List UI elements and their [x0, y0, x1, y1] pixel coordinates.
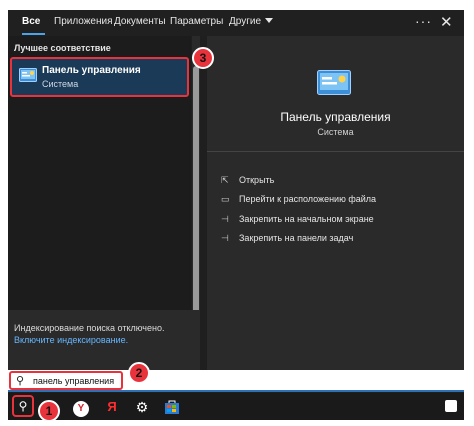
action-open-label: Открыть: [239, 175, 275, 185]
tab-documents[interactable]: Документы: [114, 16, 166, 27]
action-pin-taskbar[interactable]: ⊣ Закрепить на панели задач: [221, 233, 353, 244]
divider: [207, 151, 464, 152]
tab-bar: Все Приложения Документы Параметры Други…: [8, 10, 464, 36]
chevron-down-icon: [265, 18, 274, 23]
tab-settings[interactable]: Параметры: [170, 16, 223, 27]
open-icon: ⇱: [221, 175, 229, 185]
store-icon[interactable]: [162, 397, 182, 417]
best-match-heading: Лучшее соответствие: [14, 43, 111, 53]
search-icon: ⚲: [16, 375, 25, 387]
best-match-subtitle: Система: [42, 79, 79, 89]
preview-subtitle: Система: [317, 127, 354, 137]
close-icon[interactable]: ✕: [440, 13, 453, 31]
taskbar: ⚲ Y Я ⚙: [8, 393, 464, 420]
preview-title: Панель управления: [280, 110, 391, 124]
step-badge-1: 1: [38, 400, 60, 422]
control-panel-icon: [317, 70, 351, 95]
tab-other-label: Другие: [229, 16, 262, 27]
tab-other[interactable]: Другие: [229, 16, 274, 27]
search-bar[interactable]: ⚲ панель управления: [8, 370, 464, 392]
active-tab-indicator: [22, 33, 45, 35]
tab-apps[interactable]: Приложения: [54, 16, 113, 27]
yandex-browser-letter: Y: [73, 401, 89, 417]
tray-yandex-icon[interactable]: [445, 400, 457, 412]
pin-icon: ⊣: [221, 233, 229, 243]
start-search-window: Все Приложения Документы Параметры Други…: [8, 10, 464, 420]
indexing-notice: Индексирование поиска отключено. Включит…: [8, 310, 200, 370]
file-location-icon: ▭: [221, 194, 230, 204]
indexing-disabled-text: Индексирование поиска отключено.: [14, 323, 165, 333]
enable-indexing-link[interactable]: Включите индексирование.: [14, 335, 128, 345]
preview-pane: Панель управления Система ⇱ Открыть ▭ Пере…: [207, 36, 464, 370]
action-pin-start[interactable]: ⊣ Закрепить на начальном экране: [221, 214, 374, 225]
step-badge-2: 2: [128, 362, 150, 384]
more-icon[interactable]: ···: [415, 13, 432, 29]
yandex-browser-icon[interactable]: Y: [71, 397, 91, 417]
best-match-title: Панель управления: [42, 65, 141, 76]
yandex-icon[interactable]: Я: [102, 397, 122, 417]
action-open[interactable]: ⇱ Открыть: [221, 175, 274, 186]
pin-icon: ⊣: [221, 214, 229, 224]
action-pin-start-label: Закрепить на начальном экране: [239, 214, 374, 224]
action-file-location[interactable]: ▭ Перейти к расположению файла: [221, 194, 376, 205]
action-file-location-label: Перейти к расположению файла: [239, 194, 377, 204]
settings-icon[interactable]: ⚙: [132, 397, 152, 417]
step-badge-3: 3: [192, 47, 214, 69]
best-match-item[interactable]: Панель управления Система: [10, 57, 189, 97]
search-icon[interactable]: ⚲: [12, 395, 34, 417]
search-query: панель управления: [33, 376, 115, 386]
search-input[interactable]: ⚲ панель управления: [9, 371, 123, 390]
control-panel-icon: [19, 68, 37, 82]
action-pin-taskbar-label: Закрепить на панели задач: [239, 233, 354, 243]
tab-all[interactable]: Все: [22, 16, 40, 27]
